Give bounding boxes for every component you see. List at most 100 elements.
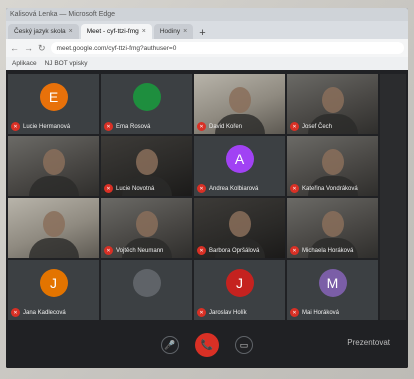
participant-tile[interactable] [101,260,192,320]
participant-name: ✕ Ema Rosová [104,122,150,131]
present-button[interactable]: Prezentovat [347,338,390,347]
participant-name-label: Jaroslav Holík [209,309,247,316]
participant-grid: E ✕ Lucie Hermanová ✕ Ema Rosová ✕ David Kořen… [8,74,378,320]
avatar [132,82,161,111]
participant-video-body [28,176,79,196]
participant-name: ✕ Kateřina Vondráková [290,184,358,193]
participant-name: ✕ Jana Kadlecová [11,308,66,317]
participant-video-head [135,211,158,238]
participant-name: ✕ David Kořen [197,122,242,131]
window-title: Kalisová Lenka — Microsoft Edge [10,11,116,18]
mic-off-icon: ✕ [104,184,113,193]
participant-name: ✕ Michaela Horáková [290,246,353,255]
participant-name: ✕ Andrea Kolbiarová [197,184,258,193]
participant-tile[interactable]: ✕ Barbora Opršálová [194,198,285,258]
participant-name-label: Ema Rosová [116,123,151,130]
avatar [132,268,161,297]
participant-video-head [135,149,158,176]
participant-tile[interactable]: J ✕ Jana Kadlecová [8,260,99,320]
mic-icon[interactable]: 🎤 [161,336,179,354]
mic-off-icon: ✕ [197,184,206,193]
participant-name-label: Jana Kadlecová [23,309,66,316]
participant-name: ✕ Josef Čech [290,122,332,131]
monitor-screen: Kalisová Lenka — Microsoft Edge Český ja… [6,8,408,368]
participant-tile[interactable]: E ✕ Lucie Hermanová [8,74,99,134]
participant-tile[interactable]: ✕ Ema Rosová [101,74,192,134]
participant-name: ✕ Mai Horáková [290,308,339,317]
participant-name-label: Vojtěch Neumann [116,247,164,254]
mic-off-icon: ✕ [290,246,299,255]
hangup-button[interactable]: 📞 [195,333,219,357]
tab-hodiny[interactable]: Hodiny × [153,24,194,39]
avatar: A [225,144,254,173]
bookmark-apps[interactable]: Aplikace [12,60,37,67]
participant-name-label: Josef Čech [302,123,333,130]
close-icon[interactable]: × [142,28,146,35]
participant-video-head [42,211,65,238]
participant-video-head [228,87,251,114]
participant-video-head [321,87,344,114]
participant-video-head [321,211,344,238]
participant-name: ✕ Jaroslav Holík [197,308,247,317]
bookmarks-bar: Aplikace NJ BOT vpisky [6,57,408,70]
mic-off-icon: ✕ [197,308,206,317]
mic-off-icon: ✕ [290,308,299,317]
participant-video-head [321,149,344,176]
tab-strip: Český jazyk skola × Meet - cyf-ttzi-fmg … [6,21,408,39]
mic-off-icon: ✕ [11,308,20,317]
new-tab-button[interactable]: + [195,27,209,39]
tab-label: Český jazyk skola [14,28,66,35]
participant-name-label: Kateřina Vondráková [302,185,358,192]
close-icon[interactable]: × [69,28,73,35]
participant-name-label: David Kořen [209,123,243,130]
participant-name-label: Mai Horáková [302,309,340,316]
participant-tile[interactable]: M ✕ Mai Horáková [287,260,378,320]
mic-off-icon: ✕ [197,122,206,131]
mic-off-icon: ✕ [104,246,113,255]
tab-cesky-jazyk[interactable]: Český jazyk skola × [8,24,79,39]
participant-name-label: Barbora Opršálová [209,247,260,254]
participant-tile[interactable]: J ✕ Jaroslav Holík [194,260,285,320]
participant-tile[interactable]: ✕ Vojtěch Neumann [101,198,192,258]
participant-name: ✕ Lucie Hermanová [11,122,70,131]
avatar: J [39,268,68,297]
participant-name-label: Andrea Kolbiarová [209,185,259,192]
address-bar: ← → ↻ meet.google.com/cyf-ttzi-fmg?authu… [6,39,408,57]
close-icon[interactable]: × [183,28,187,35]
window-titlebar: Kalisová Lenka — Microsoft Edge [6,8,408,21]
participant-name-label: Lucie Novotná [116,185,155,192]
camera-icon[interactable]: ▭ [235,336,253,354]
participant-tile[interactable]: ✕ Lucie Novotná [101,136,192,196]
avatar: M [318,268,347,297]
reload-icon[interactable]: ↻ [38,43,46,54]
participant-name: ✕ Barbora Opršálová [197,246,259,255]
participant-video-body [28,238,79,258]
participant-video-head [42,149,65,176]
bookmark-nj[interactable]: NJ BOT vpisky [45,60,88,67]
participant-tile[interactable]: ✕ Kateřina Vondráková [287,136,378,196]
avatar: J [225,268,254,297]
tab-label: Meet - cyf-ttzi-fmg [86,28,139,35]
participant-tile[interactable]: ✕ Michaela Horáková [287,198,378,258]
forward-icon[interactable]: → [24,43,33,53]
mic-off-icon: ✕ [290,184,299,193]
url-field[interactable]: meet.google.com/cyf-ttzi-fmg?authuser=0 [50,42,404,54]
tab-meet[interactable]: Meet - cyf-ttzi-fmg × [80,24,152,39]
participant-name: ✕ Lucie Novotná [104,184,154,193]
mic-off-icon: ✕ [104,122,113,131]
participant-tile[interactable]: ✕ Josef Čech [287,74,378,134]
participant-tile[interactable]: A ✕ Andrea Kolbiarová [194,136,285,196]
mic-off-icon: ✕ [290,122,299,131]
participant-tile[interactable] [8,198,99,258]
participant-tile[interactable]: ✕ David Kořen [194,74,285,134]
meet-stage: E ✕ Lucie Hermanová ✕ Ema Rosová ✕ David Kořen… [6,70,408,368]
tab-label: Hodiny [159,28,181,35]
participant-tile[interactable] [8,136,99,196]
avatar: E [39,82,68,111]
participant-name-label: Michaela Horáková [302,247,354,254]
participant-video-head [228,211,251,238]
participant-name-label: Lucie Hermanová [23,123,71,130]
mic-off-icon: ✕ [11,122,20,131]
participant-name: ✕ Vojtěch Neumann [104,246,163,255]
back-icon[interactable]: ← [10,43,19,53]
